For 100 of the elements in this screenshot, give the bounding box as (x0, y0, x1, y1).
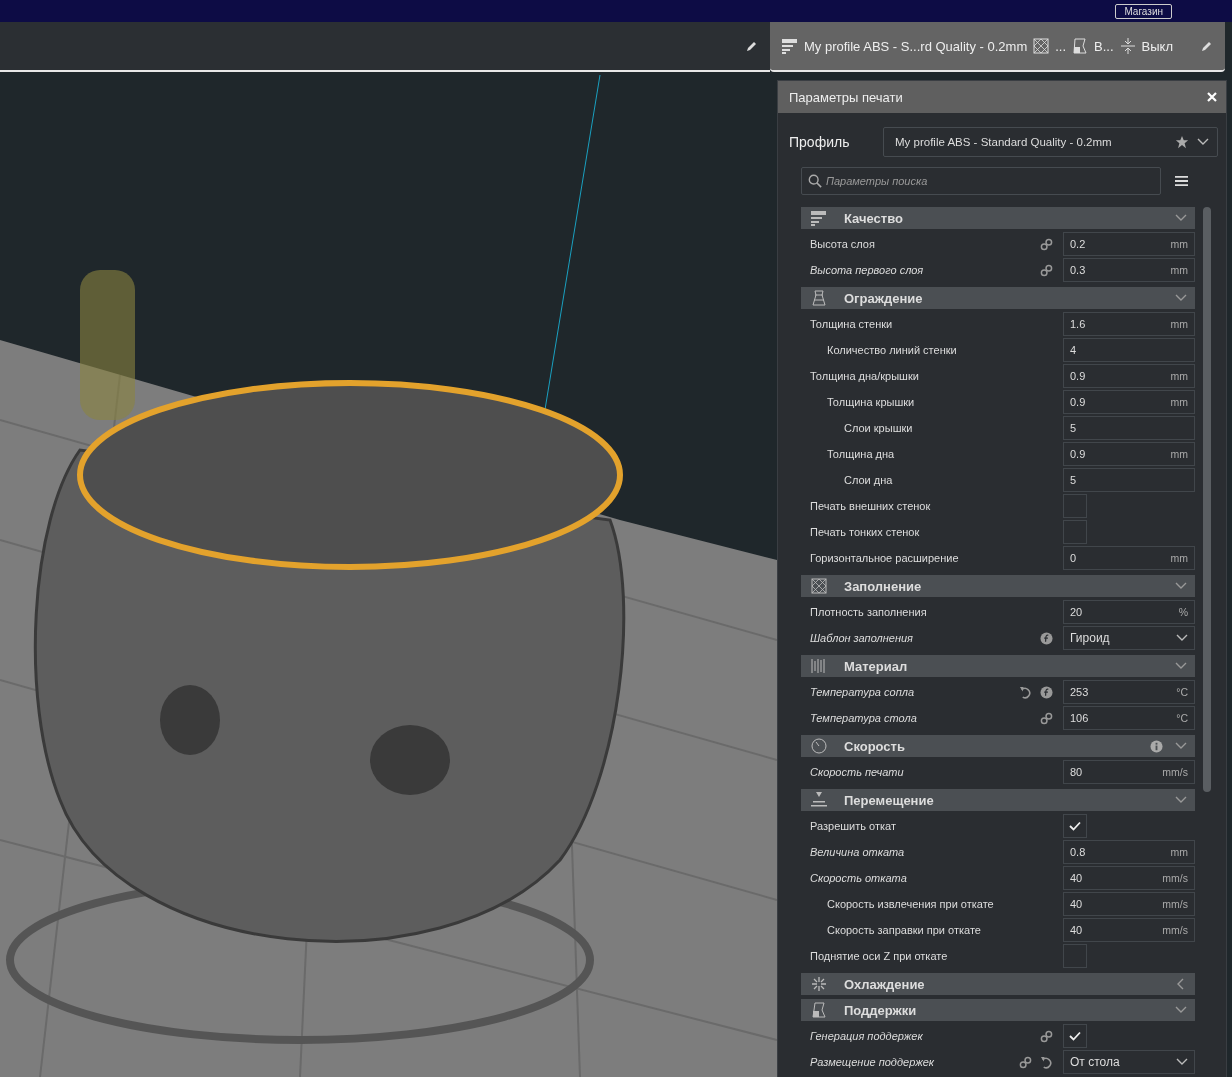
section-icon (811, 290, 827, 306)
section-icon (811, 1002, 827, 1018)
dropdown[interactable]: Гироид (1063, 626, 1195, 650)
setting-label: Высота слоя (810, 238, 875, 250)
setting-label: Количество линий стенки (827, 344, 957, 356)
setting-label: Температура стола (810, 712, 917, 724)
reset-icon[interactable] (1040, 1055, 1053, 1069)
pencil-icon[interactable] (746, 40, 758, 52)
number-field[interactable]: 40 mm/s (1063, 918, 1195, 942)
number-field[interactable]: 0.2 mm (1063, 232, 1195, 256)
section-icon (811, 578, 827, 594)
chevron-down-icon (1176, 634, 1188, 642)
section-icon (811, 658, 827, 674)
section-header[interactable]: Перемещение (801, 789, 1195, 811)
setting-label: Генерация поддержек (810, 1030, 923, 1042)
check-icon (1069, 1031, 1081, 1041)
menu-icon[interactable] (1175, 175, 1188, 187)
print-settings-tab[interactable]: My profile ABS - S...rd Quality - 0.2mm ... В... Выкл (770, 22, 1225, 72)
support-block-icon (1072, 38, 1089, 54)
panel-title: Параметры печати (789, 89, 903, 105)
number-field[interactable]: 40 mm/s (1063, 892, 1195, 916)
grid-pattern-icon (1033, 38, 1050, 54)
scrollbar-thumb[interactable] (1203, 207, 1211, 792)
setting-label: Скорость отката (810, 872, 907, 884)
setting-label: Скорость заправки при откате (827, 924, 981, 936)
checkbox[interactable] (1063, 814, 1087, 838)
setting-label: Размещение поддержек (810, 1056, 934, 1068)
section-icon (811, 976, 827, 992)
reset-icon[interactable] (1019, 685, 1032, 699)
number-field[interactable]: 40 mm/s (1063, 866, 1195, 890)
pencil-icon[interactable] (1201, 40, 1213, 52)
setting-label: Шаблон заполнения (810, 632, 913, 644)
info-icon[interactable] (1150, 739, 1163, 753)
dropdown[interactable]: От стола (1063, 1050, 1195, 1074)
store-button[interactable]: Магазин (1115, 3, 1172, 19)
checkbox[interactable] (1063, 494, 1087, 518)
setting-label: Печать тонких стенок (810, 526, 920, 538)
section-header[interactable]: Охлаждение (801, 973, 1195, 995)
checkbox[interactable] (1063, 1024, 1087, 1048)
number-field[interactable]: 0.3 mm (1063, 258, 1195, 282)
number-field[interactable]: 253 °C (1063, 680, 1195, 704)
number-field[interactable]: 0.9 mm (1063, 442, 1195, 466)
link-icon[interactable] (1040, 237, 1053, 251)
setting-label: Скорость печати (810, 766, 904, 778)
function-icon[interactable] (1040, 685, 1053, 699)
number-field[interactable]: 106 °C (1063, 706, 1195, 730)
setting-label: Высота первого слоя (810, 264, 924, 276)
search-field[interactable]: Параметры поиска (801, 167, 1161, 195)
profile-dropdown[interactable]: My profile ABS - Standard Quality - 0.2mm (883, 127, 1218, 157)
setting-label: Плотность заполнения (810, 606, 927, 618)
section-header[interactable]: Заполнение (801, 575, 1195, 597)
section-icon (811, 738, 827, 754)
number-field[interactable]: 0.9 mm (1063, 390, 1195, 414)
setting-label: Горизонтальное расширение (810, 552, 959, 564)
section-header[interactable]: Качество (801, 207, 1195, 229)
checkbox[interactable] (1063, 944, 1087, 968)
compress-icon (1119, 38, 1136, 54)
section-header[interactable]: Материал (801, 655, 1195, 677)
number-field[interactable]: 20 % (1063, 600, 1195, 624)
section-header[interactable]: Скорость (801, 735, 1195, 757)
setting-label: Печать внешних стенок (810, 500, 931, 512)
section-icon (811, 210, 827, 226)
setting-label: Толщина дна (827, 448, 895, 460)
setting-label: Температура сопла (810, 686, 914, 698)
number-field[interactable]: 4 (1063, 338, 1195, 362)
number-field[interactable]: 1.6 mm (1063, 312, 1195, 336)
function-icon[interactable] (1040, 631, 1053, 645)
layers-icon (782, 38, 798, 54)
setting-label: Скорость извлечения при откате (827, 898, 994, 910)
setting-label: Слои дна (844, 474, 893, 486)
setting-label: Величина отката (810, 846, 905, 858)
setting-label: Толщина дна/крышки (810, 370, 919, 382)
number-field[interactable]: 0.8 mm (1063, 840, 1195, 864)
search-icon (808, 174, 822, 188)
setting-label: Толщина крышки (827, 396, 915, 408)
setting-label: Поднятие оси Z при откате (810, 950, 948, 962)
checkbox[interactable] (1063, 520, 1087, 544)
infill-summary: ... (1055, 38, 1067, 54)
section-header[interactable]: Поддержки (801, 999, 1195, 1021)
adhesion-summary: Выкл (1141, 38, 1174, 54)
setting-label: Слои крышки (844, 422, 913, 434)
number-field[interactable]: 5 (1063, 416, 1195, 440)
number-field[interactable]: 5 (1063, 468, 1195, 492)
profile-summary: My profile ABS - S...rd Quality - 0.2mm (804, 38, 1028, 54)
link-icon[interactable] (1019, 1055, 1032, 1069)
number-field[interactable]: 0 mm (1063, 546, 1195, 570)
link-icon[interactable] (1040, 1029, 1053, 1043)
section-header[interactable]: Ограждение (801, 287, 1195, 309)
link-icon[interactable] (1040, 711, 1053, 725)
close-icon[interactable] (1206, 91, 1218, 103)
number-field[interactable]: 0.9 mm (1063, 364, 1195, 388)
star-icon[interactable] (1175, 135, 1189, 149)
number-field[interactable]: 80 mm/s (1063, 760, 1195, 784)
link-icon[interactable] (1040, 263, 1053, 277)
section-icon (811, 792, 827, 808)
setting-label: Разрешить откат (810, 820, 896, 832)
profile-label: Профиль (789, 134, 851, 150)
support-summary: В... (1094, 38, 1114, 54)
check-icon (1069, 821, 1081, 831)
chevron-down-icon (1197, 138, 1209, 146)
